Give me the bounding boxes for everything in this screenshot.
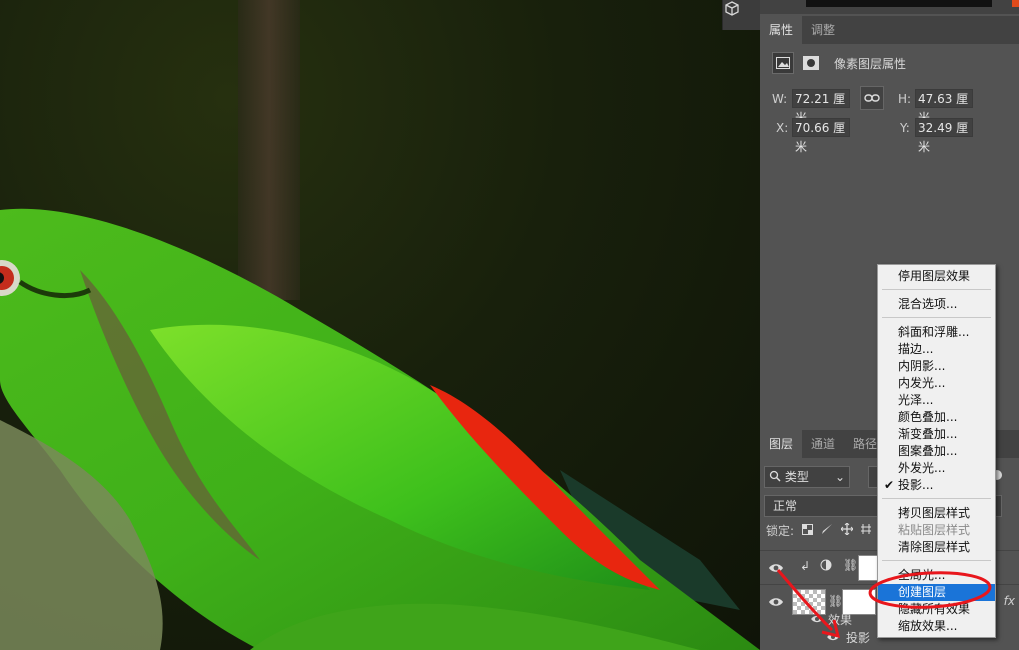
lock-transparency-icon[interactable] (802, 523, 814, 538)
menu-item-scale-effects[interactable]: 缩放效果... (878, 618, 995, 635)
menu-item-global-light[interactable]: 全局光... (878, 567, 995, 584)
menu-item-bevel-emboss[interactable]: 斜面和浮雕... (878, 324, 995, 341)
menu-separator (882, 289, 991, 290)
menu-item-clear-layer-style[interactable]: 清除图层样式 (878, 539, 995, 556)
height-field[interactable]: 47.63 厘米 (915, 89, 973, 125)
menu-item-pattern-overlay[interactable]: 图案叠加... (878, 443, 995, 460)
layer-filter-select[interactable]: 类型 ⌄ (764, 466, 850, 488)
menu-item-create-layers[interactable]: 创建图层 (878, 584, 995, 601)
drop-shadow-label: 投影 (846, 631, 871, 645)
properties-title: 像素图层属性 (834, 56, 907, 71)
menu-item-hide-all-effects[interactable]: 隐藏所有效果 (878, 601, 995, 618)
menu-item-drop-shadow[interactable]: 投影... (878, 477, 995, 494)
y-label: Y: (900, 121, 910, 135)
menu-item-inner-glow[interactable]: 内发光... (878, 375, 995, 392)
tab-properties[interactable]: 属性 (760, 16, 803, 44)
eye-icon[interactable] (768, 562, 784, 574)
effects-label: 效果 (828, 613, 853, 627)
color-swatch-bar[interactable] (806, 0, 992, 7)
w-label: W: (772, 92, 788, 106)
chain-link-icon[interactable]: ⛓ (843, 558, 858, 572)
width-field[interactable]: 72.21 厘米 (792, 89, 850, 125)
menu-separator (882, 498, 991, 499)
eye-icon[interactable] (810, 613, 826, 625)
menu-separator (882, 560, 991, 561)
eye-icon[interactable] (768, 596, 784, 608)
mask-icon[interactable] (800, 52, 822, 74)
menu-item-inner-shadow[interactable]: 内阴影... (878, 358, 995, 375)
menu-item-stroke[interactable]: 描边... (878, 341, 995, 358)
x-label: X: (776, 121, 789, 135)
3d-cube-icon[interactable] (722, 0, 760, 30)
document-canvas[interactable] (0, 0, 760, 650)
menu-item-blending-options[interactable]: 混合选项... (878, 296, 995, 313)
menu-item-copy-layer-style[interactable]: 拷贝图层样式 (878, 505, 995, 522)
color-strip (760, 0, 1019, 14)
blend-mode-select[interactable]: 正常 (764, 495, 880, 517)
clip-arrow-icon: ↲ (800, 559, 811, 573)
lock-brush-icon[interactable] (821, 523, 833, 538)
eye-icon[interactable] (826, 631, 842, 643)
menu-separator (882, 317, 991, 318)
filter-type-label: 类型 (784, 470, 809, 484)
tab-layers[interactable]: 图层 (760, 430, 803, 458)
menu-item-disable-effects[interactable]: 停用图层效果 (878, 268, 995, 285)
link-icon[interactable] (860, 86, 884, 110)
properties-tabbar: 属性 调整 (760, 16, 1019, 44)
h-label: H: (898, 92, 912, 106)
parrot-photo (0, 0, 760, 650)
chevron-down-icon: ⌄ (834, 470, 845, 484)
search-icon (769, 468, 781, 488)
menu-item-color-overlay[interactable]: 颜色叠加... (878, 409, 995, 426)
menu-item-satin[interactable]: 光泽... (878, 392, 995, 409)
y-position-field[interactable]: 32.49 厘米 (915, 118, 973, 154)
x-position-field[interactable]: 70.66 厘米 (792, 118, 850, 154)
layer-style-context-menu: 停用图层效果 混合选项... 斜面和浮雕... 描边... 内阴影... 内发光… (877, 264, 996, 638)
fx-icon[interactable]: fx (1004, 594, 1015, 608)
accent-swatch[interactable] (1012, 0, 1019, 7)
tab-adjustments[interactable]: 调整 (802, 16, 844, 44)
lock-move-icon[interactable] (840, 522, 854, 538)
lock-label: 锁定: (766, 524, 795, 538)
menu-item-gradient-overlay[interactable]: 渐变叠加... (878, 426, 995, 443)
adjustment-icon (820, 559, 832, 574)
blend-mode-value: 正常 (773, 499, 798, 513)
menu-item-outer-glow[interactable]: 外发光... (878, 460, 995, 477)
chain-link-icon[interactable]: ⛓ (828, 594, 843, 608)
tab-channels[interactable]: 通道 (802, 430, 844, 458)
properties-header: 像素图层属性 (772, 52, 906, 74)
lock-artboard-icon[interactable] (861, 523, 872, 538)
lock-row: 锁定: (766, 522, 872, 539)
menu-item-paste-layer-style: 粘贴图层样式 (898, 523, 971, 537)
image-icon[interactable] (772, 52, 794, 74)
